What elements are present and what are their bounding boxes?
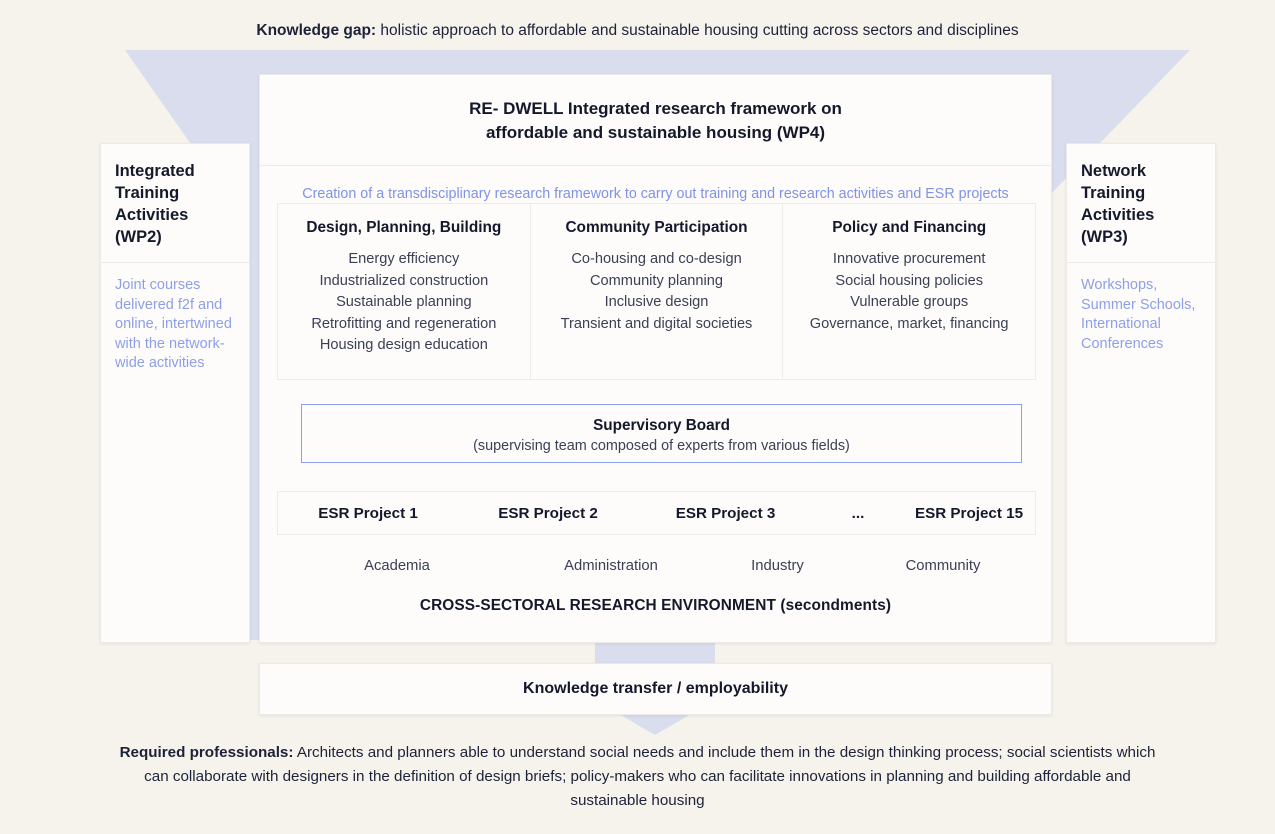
knowledge-gap-text: holistic approach to affordable and sust…	[376, 22, 1019, 39]
pillar-title: Design, Planning, Building	[306, 219, 502, 236]
research-pillars-group: Design, Planning, Building Energy effici…	[277, 203, 1036, 380]
supervisory-board-title: Supervisory Board	[593, 417, 730, 434]
pillar-community-participation: Community Participation Co-housing and c…	[529, 204, 783, 379]
esr-project-item: ESR Project 15	[914, 504, 1024, 522]
panel-network-training-activities: Network Training Activities (WP3) Worksh…	[1066, 143, 1216, 643]
pillar-item: Inclusive design	[604, 294, 709, 310]
knowledge-gap-statement: Knowledge gap: holistic approach to affo…	[0, 20, 1275, 42]
panel-integrated-training-activities: Integrated Training Activities (WP2) Joi…	[100, 143, 250, 643]
required-professionals-statement: Required professionals: Architects and p…	[110, 741, 1165, 813]
esr-project-item: ESR Project 3	[675, 504, 776, 522]
pillar-item: Industrialized construction	[319, 272, 489, 289]
panel-research-framework: RE- DWELL Integrated research framework …	[259, 74, 1052, 643]
pillar-item: Social housing policies	[835, 272, 983, 289]
required-professionals-lead: Required professionals:	[119, 744, 294, 761]
knowledge-transfer-label: Knowledge transfer / employability	[523, 680, 788, 697]
sector-label: Administration	[564, 558, 658, 574]
esr-projects-strip: ESR Project 1 ESR Project 2 ESR Project …	[277, 491, 1036, 535]
sector-label: Community	[905, 558, 981, 574]
side-right-heading: Network Training Activities (WP3)	[1067, 144, 1215, 263]
supervisory-board-subtitle: (supervising team composed of experts fr…	[473, 438, 850, 454]
framework-title-line-1: RE- DWELL Integrated research framework …	[469, 99, 842, 118]
pillar-item: Energy efficiency	[348, 251, 460, 267]
pillar-item: Retrofitting and regeneration	[311, 315, 497, 332]
panel-knowledge-transfer: Knowledge transfer / employability	[259, 663, 1052, 715]
sector-label: Academia	[364, 558, 430, 574]
pillar-policy-and-financing: Policy and Financing Innovative procurem…	[782, 204, 1035, 379]
pillar-item: Vulnerable groups	[850, 294, 969, 310]
pillar-title: Community Participation	[565, 219, 748, 236]
diagram-canvas: Knowledge gap: holistic approach to affo…	[0, 0, 1275, 834]
pillar-title: Policy and Financing	[832, 219, 987, 236]
pillar-item: Governance, market, financing	[809, 315, 1009, 332]
cross-sectoral-caption: CROSS-SECTORAL RESEARCH ENVIRONMENT (sec…	[419, 597, 892, 614]
sector-labels-row: Academia Administration Industry Communi…	[277, 553, 1036, 579]
pillar-item: Transient and digital societies	[560, 315, 753, 332]
pillar-item: Housing design education	[319, 337, 488, 353]
panel-supervisory-board: Supervisory Board (supervising team comp…	[301, 404, 1022, 463]
side-left-body: Joint courses delivered f2f and online, …	[115, 277, 232, 371]
knowledge-gap-lead: Knowledge gap:	[256, 22, 377, 39]
sector-label: Industry	[751, 558, 804, 574]
esr-project-ellipsis: ...	[851, 504, 865, 522]
pillar-item: Community planning	[589, 272, 724, 289]
framework-title: RE- DWELL Integrated research framework …	[260, 75, 1051, 166]
framework-title-line-2: affordable and sustainable housing (WP4)	[485, 123, 826, 142]
side-right-body: Workshops, Summer Schools, International…	[1081, 277, 1196, 352]
pillar-design-planning-building: Design, Planning, Building Energy effici…	[278, 204, 530, 379]
pillar-item: Co-housing and co-design	[571, 251, 742, 267]
required-professionals-text: Architects and planners able to understa…	[144, 744, 1156, 809]
esr-project-item: ESR Project 1	[318, 504, 418, 522]
side-left-heading: Integrated Training Activities (WP2)	[101, 144, 249, 263]
esr-project-item: ESR Project 2	[498, 504, 598, 522]
pillar-item: Innovative procurement	[832, 251, 986, 267]
pillar-item: Sustainable planning	[336, 294, 472, 310]
